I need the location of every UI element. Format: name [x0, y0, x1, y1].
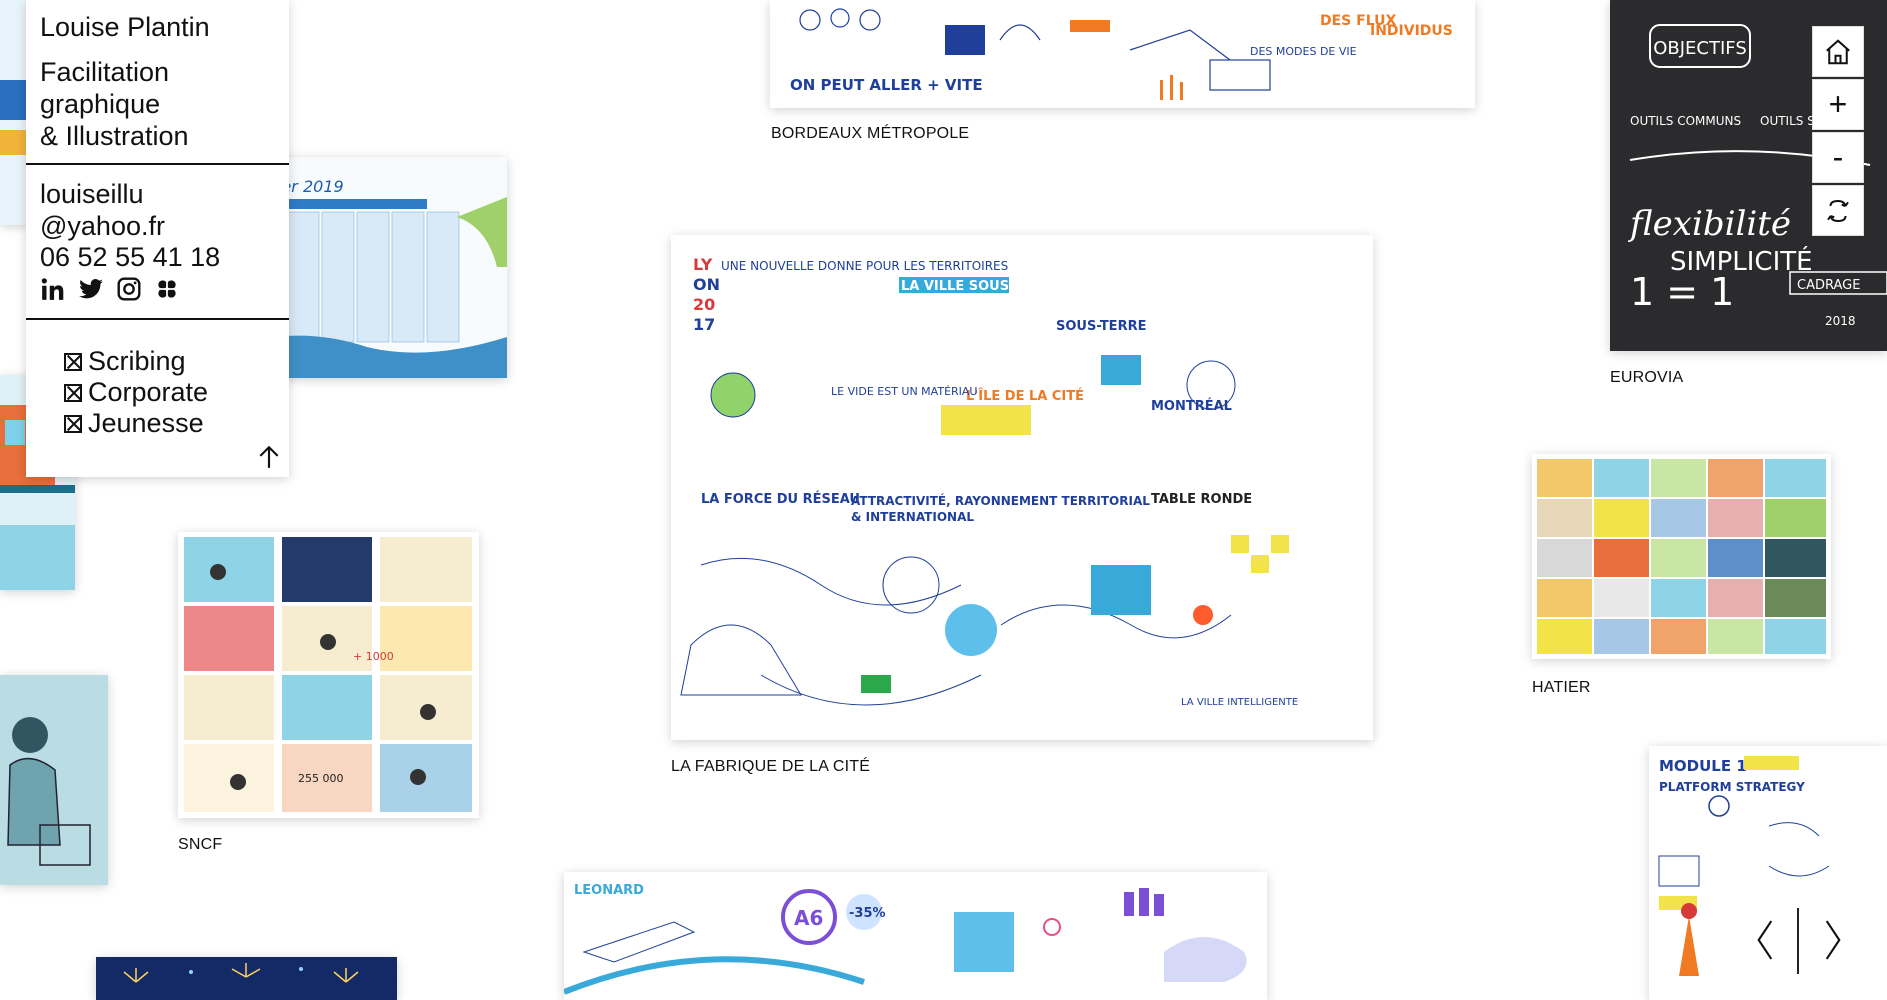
- svg-text:LY: LY: [693, 255, 713, 274]
- home-button[interactable]: [1812, 26, 1864, 77]
- eurovia-eq-text: 1 = 1: [1630, 270, 1734, 314]
- chevron-right-icon: [1825, 920, 1841, 960]
- artist-role-line1: Facilitation: [40, 57, 170, 87]
- eurovia-objectifs-text: OBJECTIFS: [1653, 38, 1747, 59]
- zoom-in-button[interactable]: +: [1812, 79, 1864, 130]
- chevron-left-icon: [1757, 920, 1773, 960]
- svg-text:LA VILLE SOUS LA VILLE: LA VILLE SOUS LA VILLE: [901, 279, 1077, 294]
- artist-name[interactable]: Louise Plantin: [40, 12, 210, 43]
- email-link[interactable]: louiseillu @yahoo.fr: [40, 178, 165, 242]
- fabrique-ile-text: L'ÎLE DE LA CITÉ: [966, 388, 1084, 404]
- artwork-tile-bottom-center[interactable]: LEONARD A6 -35%: [564, 872, 1267, 1000]
- module-sub-text: PLATFORM STRATEGY: [1659, 780, 1805, 794]
- artist-role: Facilitation graphique & Illustration: [40, 56, 189, 152]
- artwork-tile-sncf[interactable]: + 1000 255 000: [178, 532, 479, 818]
- filter-label: Scribing: [88, 346, 186, 376]
- previous-button[interactable]: [1733, 906, 1797, 974]
- filter-corporate[interactable]: Corporate: [64, 377, 208, 408]
- svg-text:LA VILLE INTELLIGENTE: LA VILLE INTELLIGENTE: [1181, 697, 1298, 708]
- artwork-tile-bordeaux-metropole[interactable]: ON PEUT ALLER + VITE DES FLUX INDIVIDUS …: [770, 0, 1475, 108]
- fabrique-table-text: TABLE RONDE: [1151, 492, 1252, 507]
- artwork-tile-hatier[interactable]: [1532, 454, 1831, 659]
- artwork-tile-partial-left-reader[interactable]: [0, 675, 108, 885]
- rotate-icon: [1827, 199, 1849, 222]
- arrow-up-icon[interactable]: [256, 444, 282, 470]
- artist-role-line3: & Illustration: [40, 121, 189, 151]
- divider: [26, 318, 289, 320]
- bottom-a6-text: A6: [794, 906, 823, 930]
- next-button[interactable]: [1801, 906, 1865, 974]
- bottom-leonard-text: LEONARD: [574, 883, 644, 898]
- eurovia-flexibilite-text: flexibilité: [1627, 204, 1791, 244]
- fabrique-attract-text: ATTRACTIVITÉ, RAYONNEMENT TERRITORIAL: [851, 493, 1150, 508]
- zoom-toolbar: + -: [1812, 26, 1864, 238]
- caption-la-fabrique-de-la-cite: LA FABRIQUE DE LA CITÉ: [671, 758, 871, 775]
- caption-eurovia: EUROVIA: [1610, 369, 1684, 386]
- behance-icon[interactable]: [154, 276, 180, 302]
- svg-text:+ 1000: + 1000: [353, 650, 394, 663]
- svg-text:& INTERNATIONAL: & INTERNATIONAL: [851, 510, 974, 524]
- phone-number[interactable]: 06 52 55 41 18: [40, 242, 220, 273]
- caption-hatier: HATIER: [1532, 679, 1591, 696]
- fabrique-montreal-text: MONTRÉAL: [1151, 398, 1232, 414]
- fabrique-vide-text: LE VIDE EST UN MATÉRIAU: [831, 385, 977, 398]
- fabrique-title-text: UNE NOUVELLE DONNE POUR LES TERRITOIRES: [721, 259, 1008, 273]
- filter-jeunesse[interactable]: Jeunesse: [64, 408, 208, 439]
- fabrique-soussol-text: SOUS-TERRE: [1056, 319, 1146, 334]
- svg-text:ON: ON: [693, 275, 720, 294]
- filter-scribing[interactable]: Scribing: [64, 346, 208, 377]
- svg-text:2018: 2018: [1825, 314, 1856, 328]
- twitter-icon[interactable]: [78, 276, 104, 302]
- caption-sncf: SNCF: [178, 836, 223, 853]
- bordeaux-individus-text: INDIVIDUS: [1370, 23, 1453, 39]
- bottom-pct-text: -35%: [849, 906, 886, 921]
- filter-label: Corporate: [88, 377, 209, 407]
- category-filters: Scribing Corporate Jeunesse: [64, 346, 208, 439]
- nav-divider: [1797, 908, 1799, 974]
- filter-label: Jeunesse: [88, 408, 204, 438]
- checkbox-icon[interactable]: [64, 352, 82, 371]
- bordeaux-modes-text: DES MODES DE VIE: [1250, 45, 1357, 58]
- checkbox-icon[interactable]: [64, 414, 82, 433]
- svg-text:OUTILS COMMUNS: OUTILS COMMUNS: [1630, 114, 1741, 128]
- module-title-text: MODULE 1: [1659, 757, 1747, 775]
- bordeaux-peut-text: ON PEUT ALLER + VITE: [790, 76, 983, 94]
- svg-text:255 000: 255 000: [298, 772, 344, 785]
- svg-text:17: 17: [693, 315, 715, 334]
- rotate-button[interactable]: [1812, 185, 1864, 236]
- home-icon: [1826, 38, 1850, 64]
- info-panel: Louise Plantin Facilitation graphique & …: [26, 0, 289, 477]
- svg-text:20: 20: [693, 295, 715, 314]
- fabrique-reseau-text: LA FORCE DU RÉSEAU: [701, 491, 860, 507]
- divider: [26, 163, 289, 165]
- social-links: [40, 276, 180, 302]
- email-line1: louiseillu: [40, 179, 144, 209]
- instagram-icon[interactable]: [116, 276, 142, 302]
- linkedin-icon[interactable]: [40, 276, 66, 302]
- artwork-tile-fireworks[interactable]: [96, 957, 397, 1000]
- caption-bordeaux-metropole: BORDEAUX MÉTROPOLE: [771, 125, 970, 142]
- eurovia-cadrage-text: CADRAGE: [1797, 278, 1860, 293]
- artist-role-line2: graphique: [40, 89, 161, 119]
- artwork-tile-la-fabrique-de-la-cite[interactable]: LY ON 20 17 UNE NOUVELLE DONNE POUR LES …: [671, 235, 1373, 740]
- email-line2: @yahoo.fr: [40, 211, 165, 241]
- checkbox-icon[interactable]: [64, 383, 82, 402]
- zoom-out-button[interactable]: -: [1812, 132, 1864, 183]
